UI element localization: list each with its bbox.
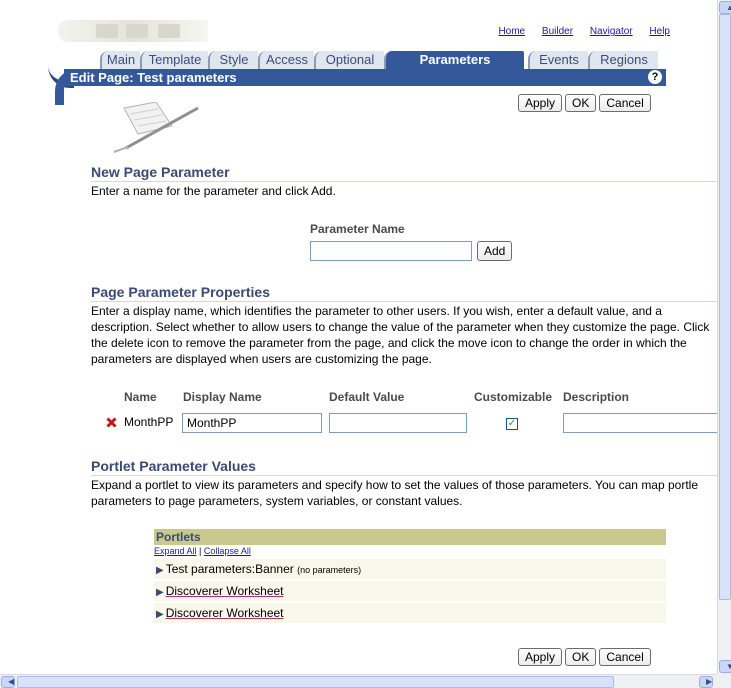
- ok-button[interactable]: OK: [565, 648, 597, 666]
- expand-all-link[interactable]: Expand All: [154, 546, 197, 556]
- new-parameter-heading: New Page Parameter: [91, 164, 230, 180]
- expand-triangle-icon[interactable]: ▶: [156, 561, 164, 581]
- help-icon[interactable]: ?: [648, 70, 662, 84]
- home-link[interactable]: Home: [498, 26, 525, 37]
- apply-button[interactable]: Apply: [518, 648, 563, 666]
- cancel-button[interactable]: Cancel: [599, 648, 651, 666]
- display-name-input[interactable]: MonthPP: [182, 413, 322, 433]
- portlet-link[interactable]: Discoverer Worksheet: [166, 606, 284, 620]
- vertical-scrollbar[interactable]: ▲ ▼: [717, 0, 731, 674]
- ok-button[interactable]: OK: [565, 94, 597, 112]
- tab-events[interactable]: Events: [528, 51, 588, 69]
- portlet-row[interactable]: ▶ Discoverer Worksheet: [154, 581, 666, 601]
- top-button-group: Apply OK Cancel: [518, 94, 654, 112]
- default-value-input[interactable]: [329, 413, 467, 433]
- portlet-row[interactable]: ▶ Test parameters:Banner (no parameters): [154, 559, 666, 579]
- scroll-left-icon[interactable]: ◀: [1, 676, 15, 688]
- description-input[interactable]: [563, 413, 717, 433]
- customizable-checkbox[interactable]: ✓: [506, 418, 518, 430]
- vertical-scroll-thumb[interactable]: [719, 14, 731, 600]
- tab-access[interactable]: Access: [258, 51, 314, 69]
- portlet-params-heading: Portlet Parameter Values: [91, 458, 256, 474]
- parameter-name: MonthPP: [124, 415, 174, 429]
- help-link[interactable]: Help: [649, 26, 670, 37]
- page-viewport: Home Builder Navigator Help Main Templat…: [0, 0, 717, 674]
- horizontal-scrollbar[interactable]: ◀ ▶: [0, 674, 717, 688]
- col-display-name: Display Name: [183, 390, 262, 404]
- builder-link[interactable]: Builder: [542, 26, 573, 37]
- parameter-name-input[interactable]: [310, 241, 472, 261]
- tab-optional[interactable]: Optional: [314, 51, 384, 69]
- col-default-value: Default Value: [329, 390, 405, 404]
- portlet-row[interactable]: ▶ Discoverer Worksheet: [154, 603, 666, 623]
- cancel-button[interactable]: Cancel: [599, 94, 651, 112]
- page-title: Edit Page: Test parameters: [70, 70, 237, 85]
- portlets-header: Portlets: [154, 529, 666, 545]
- portlet-label: Test parameters:Banner: [165, 562, 294, 576]
- expand-triangle-icon[interactable]: ▶: [156, 583, 164, 603]
- expand-collapse-links: Expand All | Collapse All: [154, 545, 666, 557]
- global-links: Home Builder Navigator Help: [484, 26, 670, 37]
- expand-triangle-icon[interactable]: ▶: [156, 605, 164, 625]
- properties-heading: Page Parameter Properties: [91, 284, 270, 300]
- properties-desc: Enter a display name, which identifies t…: [91, 304, 710, 366]
- page-title-bar: Edit Page: Test parameters ?: [64, 69, 666, 86]
- tab-main[interactable]: Main: [100, 51, 140, 69]
- section-divider: [91, 475, 717, 476]
- portlet-list: Portlets Expand All | Collapse All ▶ Test…: [154, 529, 666, 623]
- portlet-params-desc: Expand a portlet to view its parameters …: [91, 478, 699, 508]
- apply-button[interactable]: Apply: [518, 94, 563, 112]
- scrollbar-corner: [717, 674, 731, 688]
- portlet-note: (no parameters): [297, 565, 362, 575]
- horizontal-scroll-thumb[interactable]: [17, 676, 614, 688]
- new-parameter-desc: Enter a name for the parameter and click…: [91, 184, 336, 198]
- col-customizable: Customizable: [474, 390, 553, 404]
- portlet-link[interactable]: Discoverer Worksheet: [166, 584, 284, 598]
- oracle-portal-logo: [58, 20, 208, 42]
- col-name: Name: [124, 390, 157, 404]
- scroll-down-icon[interactable]: ▼: [719, 660, 731, 673]
- add-button[interactable]: Add: [477, 241, 513, 261]
- tab-style[interactable]: Style: [208, 51, 258, 69]
- collapse-all-link[interactable]: Collapse All: [204, 546, 251, 556]
- section-divider: [91, 181, 717, 182]
- parameter-name-label: Parameter Name: [310, 222, 405, 236]
- navigator-link[interactable]: Navigator: [590, 26, 633, 37]
- tab-template[interactable]: Template: [140, 51, 208, 69]
- scroll-right-icon[interactable]: ▶: [699, 676, 713, 688]
- col-description: Description: [563, 390, 630, 404]
- bottom-button-group: Apply OK Cancel: [518, 648, 654, 666]
- tab-regions[interactable]: Regions: [588, 51, 658, 69]
- tab-parameters[interactable]: Parameters: [384, 51, 524, 69]
- delete-icon[interactable]: [106, 417, 117, 428]
- section-divider: [91, 301, 717, 302]
- notepad-pencil-icon: [113, 102, 199, 153]
- scroll-up-icon[interactable]: ▲: [719, 1, 731, 14]
- link-separator: |: [199, 546, 202, 556]
